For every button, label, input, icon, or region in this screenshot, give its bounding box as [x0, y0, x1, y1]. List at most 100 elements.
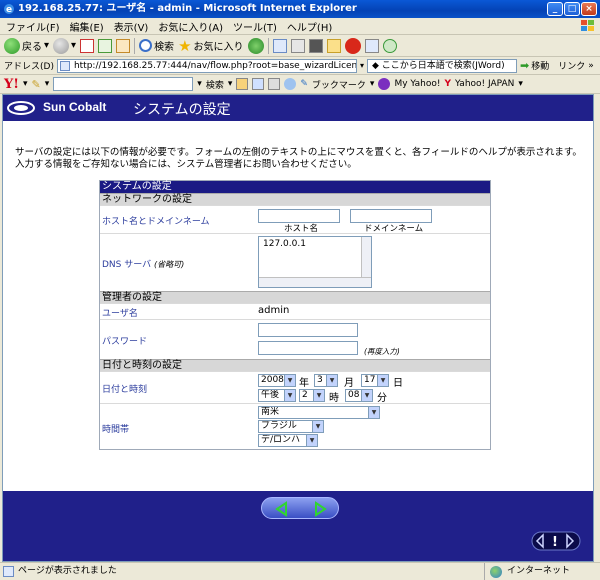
yahoo-search-input[interactable]	[53, 77, 194, 91]
next-arrow-icon[interactable]	[312, 501, 328, 517]
page-done-icon	[3, 566, 14, 577]
power-icon[interactable]	[344, 37, 361, 54]
go-arrow-icon: ➡	[519, 59, 530, 72]
bookmark-icon: ✎	[300, 79, 308, 89]
section-network: ネットワークの設定	[100, 193, 490, 205]
favorites-button[interactable]: ★ お気に入り	[178, 37, 243, 55]
address-input[interactable]: http://192.168.25.77:444/nav/flow.php?ro…	[56, 58, 357, 73]
chevron-down-icon: ▼	[306, 435, 317, 446]
hostname-input[interactable]	[258, 209, 340, 223]
maximize-button[interactable]: □	[564, 2, 580, 16]
toolbar-tool-icon[interactable]	[268, 78, 281, 90]
minute-select[interactable]: 08 ▼	[345, 389, 373, 402]
address-dropdown-icon[interactable]: ▾	[360, 61, 364, 70]
menu-file[interactable]: ファイル(F)	[6, 19, 60, 34]
password-label[interactable]: パスワード	[102, 334, 147, 347]
status-text: ページが表示されました	[18, 566, 117, 576]
textarea-horizontal-scrollbar[interactable]	[259, 277, 371, 287]
close-button[interactable]: ×	[581, 2, 597, 16]
dropdown-arrow-icon[interactable]: ▾	[45, 79, 50, 89]
window-scrollbar[interactable]	[594, 94, 600, 562]
discuss-icon[interactable]	[326, 38, 341, 53]
search-icon	[139, 39, 153, 52]
research-icon[interactable]	[364, 38, 379, 53]
host-domain-label[interactable]: ホスト名とドメインネーム	[102, 214, 210, 227]
dropdown-arrow-icon[interactable]: ▾	[518, 79, 523, 89]
jword-search-icon: ◆	[371, 60, 379, 71]
dropdown-arrow-icon: ▾	[71, 40, 77, 51]
status-bar: ページが表示されました インターネット	[0, 562, 600, 580]
chevron-right-icon[interactable]: »	[588, 61, 594, 71]
password-input[interactable]	[258, 323, 358, 337]
mail-icon[interactable]	[272, 38, 287, 53]
search-button[interactable]: 検索	[139, 38, 174, 53]
bookmark-button[interactable]: ブックマーク	[312, 78, 366, 91]
tz-region-select[interactable]: 南米 ▼	[258, 406, 380, 419]
password-confirm-input[interactable]	[258, 341, 358, 355]
yahoo-japan-link[interactable]: Yahoo! JAPAN	[455, 79, 514, 89]
dropdown-arrow-icon[interactable]: ▾	[228, 79, 233, 89]
dns-label[interactable]: DNS サーバ (省略可)	[102, 257, 184, 270]
pencil-icon[interactable]: ✎	[32, 78, 41, 91]
row-dns: DNS サーバ (省略可) 127.0.0.1	[100, 233, 490, 291]
help-icon[interactable]: !	[531, 531, 581, 551]
domain-input[interactable]	[350, 209, 432, 223]
menu-tools[interactable]: ツール(T)	[233, 19, 277, 34]
stop-icon[interactable]	[80, 38, 95, 53]
year-select[interactable]: 2008 ▼	[258, 374, 296, 387]
section-admin: 管理者の設定	[100, 291, 490, 303]
forward-arrow-icon	[53, 37, 70, 54]
home-icon[interactable]	[116, 38, 131, 53]
links-button[interactable]: リンク	[558, 59, 585, 72]
month-value: 3	[317, 375, 323, 385]
toolbar-tool-icon[interactable]	[236, 78, 249, 90]
forward-button[interactable]: ▾	[53, 37, 77, 54]
refresh-icon[interactable]	[98, 38, 113, 53]
search-label: 検索	[154, 42, 175, 53]
day-select[interactable]: 17 ▼	[361, 374, 389, 387]
jword-search-text: ここから日本語で検索(JWord)	[381, 60, 505, 71]
row-host: ホスト名とドメインネーム ホスト名 ドメインネーム	[100, 205, 490, 234]
tz-country-select[interactable]: ブラジル ▼	[258, 420, 324, 433]
menu-help[interactable]: ヘルプ(H)	[287, 19, 332, 34]
print-icon[interactable]	[290, 38, 305, 53]
month-select[interactable]: 3 ▼	[314, 374, 338, 387]
star-icon: ★	[178, 36, 192, 55]
media-icon[interactable]	[247, 37, 264, 54]
chevron-down-icon: ▼	[361, 390, 372, 401]
yahoo-search-button[interactable]: 検索	[206, 78, 224, 91]
dropdown-arrow-icon[interactable]: ▾	[197, 79, 202, 89]
textarea-vertical-scrollbar[interactable]	[361, 237, 371, 277]
timezone-label[interactable]: 時間帯	[102, 422, 129, 435]
my-yahoo-link[interactable]: My Yahoo!	[394, 79, 440, 89]
form-title: システムの設定	[100, 181, 490, 193]
back-button[interactable]: 戻る ▾	[4, 37, 49, 54]
chevron-down-icon: ▼	[377, 375, 388, 386]
wizard-nav	[261, 497, 339, 519]
ampm-select[interactable]: 午後 ▼	[258, 389, 296, 402]
go-label: 移動	[531, 62, 550, 72]
dropdown-arrow-icon[interactable]: ▾	[370, 79, 375, 89]
yahoo-logo[interactable]: Y!	[4, 77, 19, 92]
username-label[interactable]: ユーザ名	[102, 306, 138, 319]
toolbar-tool-icon[interactable]	[284, 78, 297, 90]
messenger-icon[interactable]	[382, 38, 397, 53]
hour-select[interactable]: 2 ▼	[299, 389, 325, 402]
menu-edit[interactable]: 編集(E)	[70, 19, 104, 34]
previous-arrow-icon[interactable]	[274, 501, 290, 517]
reenter-caption: (再度入力)	[364, 347, 400, 356]
jword-search-input[interactable]: ◆ ここから日本語で検索(JWord)	[366, 58, 517, 73]
hour-unit: 時	[329, 393, 339, 404]
toolbar-tool-icon[interactable]	[252, 78, 265, 90]
datetime-label[interactable]: 日付と時刻	[102, 382, 147, 395]
go-button[interactable]: ➡ 移動	[520, 59, 549, 72]
menu-favorites[interactable]: お気に入り(A)	[158, 19, 223, 34]
dns-textarea[interactable]: 127.0.0.1	[258, 236, 372, 288]
edit-icon[interactable]	[308, 38, 323, 53]
dropdown-arrow-icon[interactable]: ▾	[23, 79, 28, 89]
tz-city-select[interactable]: デ/ロンハ ▼	[258, 434, 318, 447]
address-label: アドレス(D)	[4, 62, 54, 72]
menu-view[interactable]: 表示(V)	[114, 19, 149, 34]
minimize-button[interactable]: _	[547, 2, 563, 16]
page-content: Sun Cobalt システムの設定 サーバの設定には以下の情報が必要です。フォ…	[2, 94, 594, 562]
